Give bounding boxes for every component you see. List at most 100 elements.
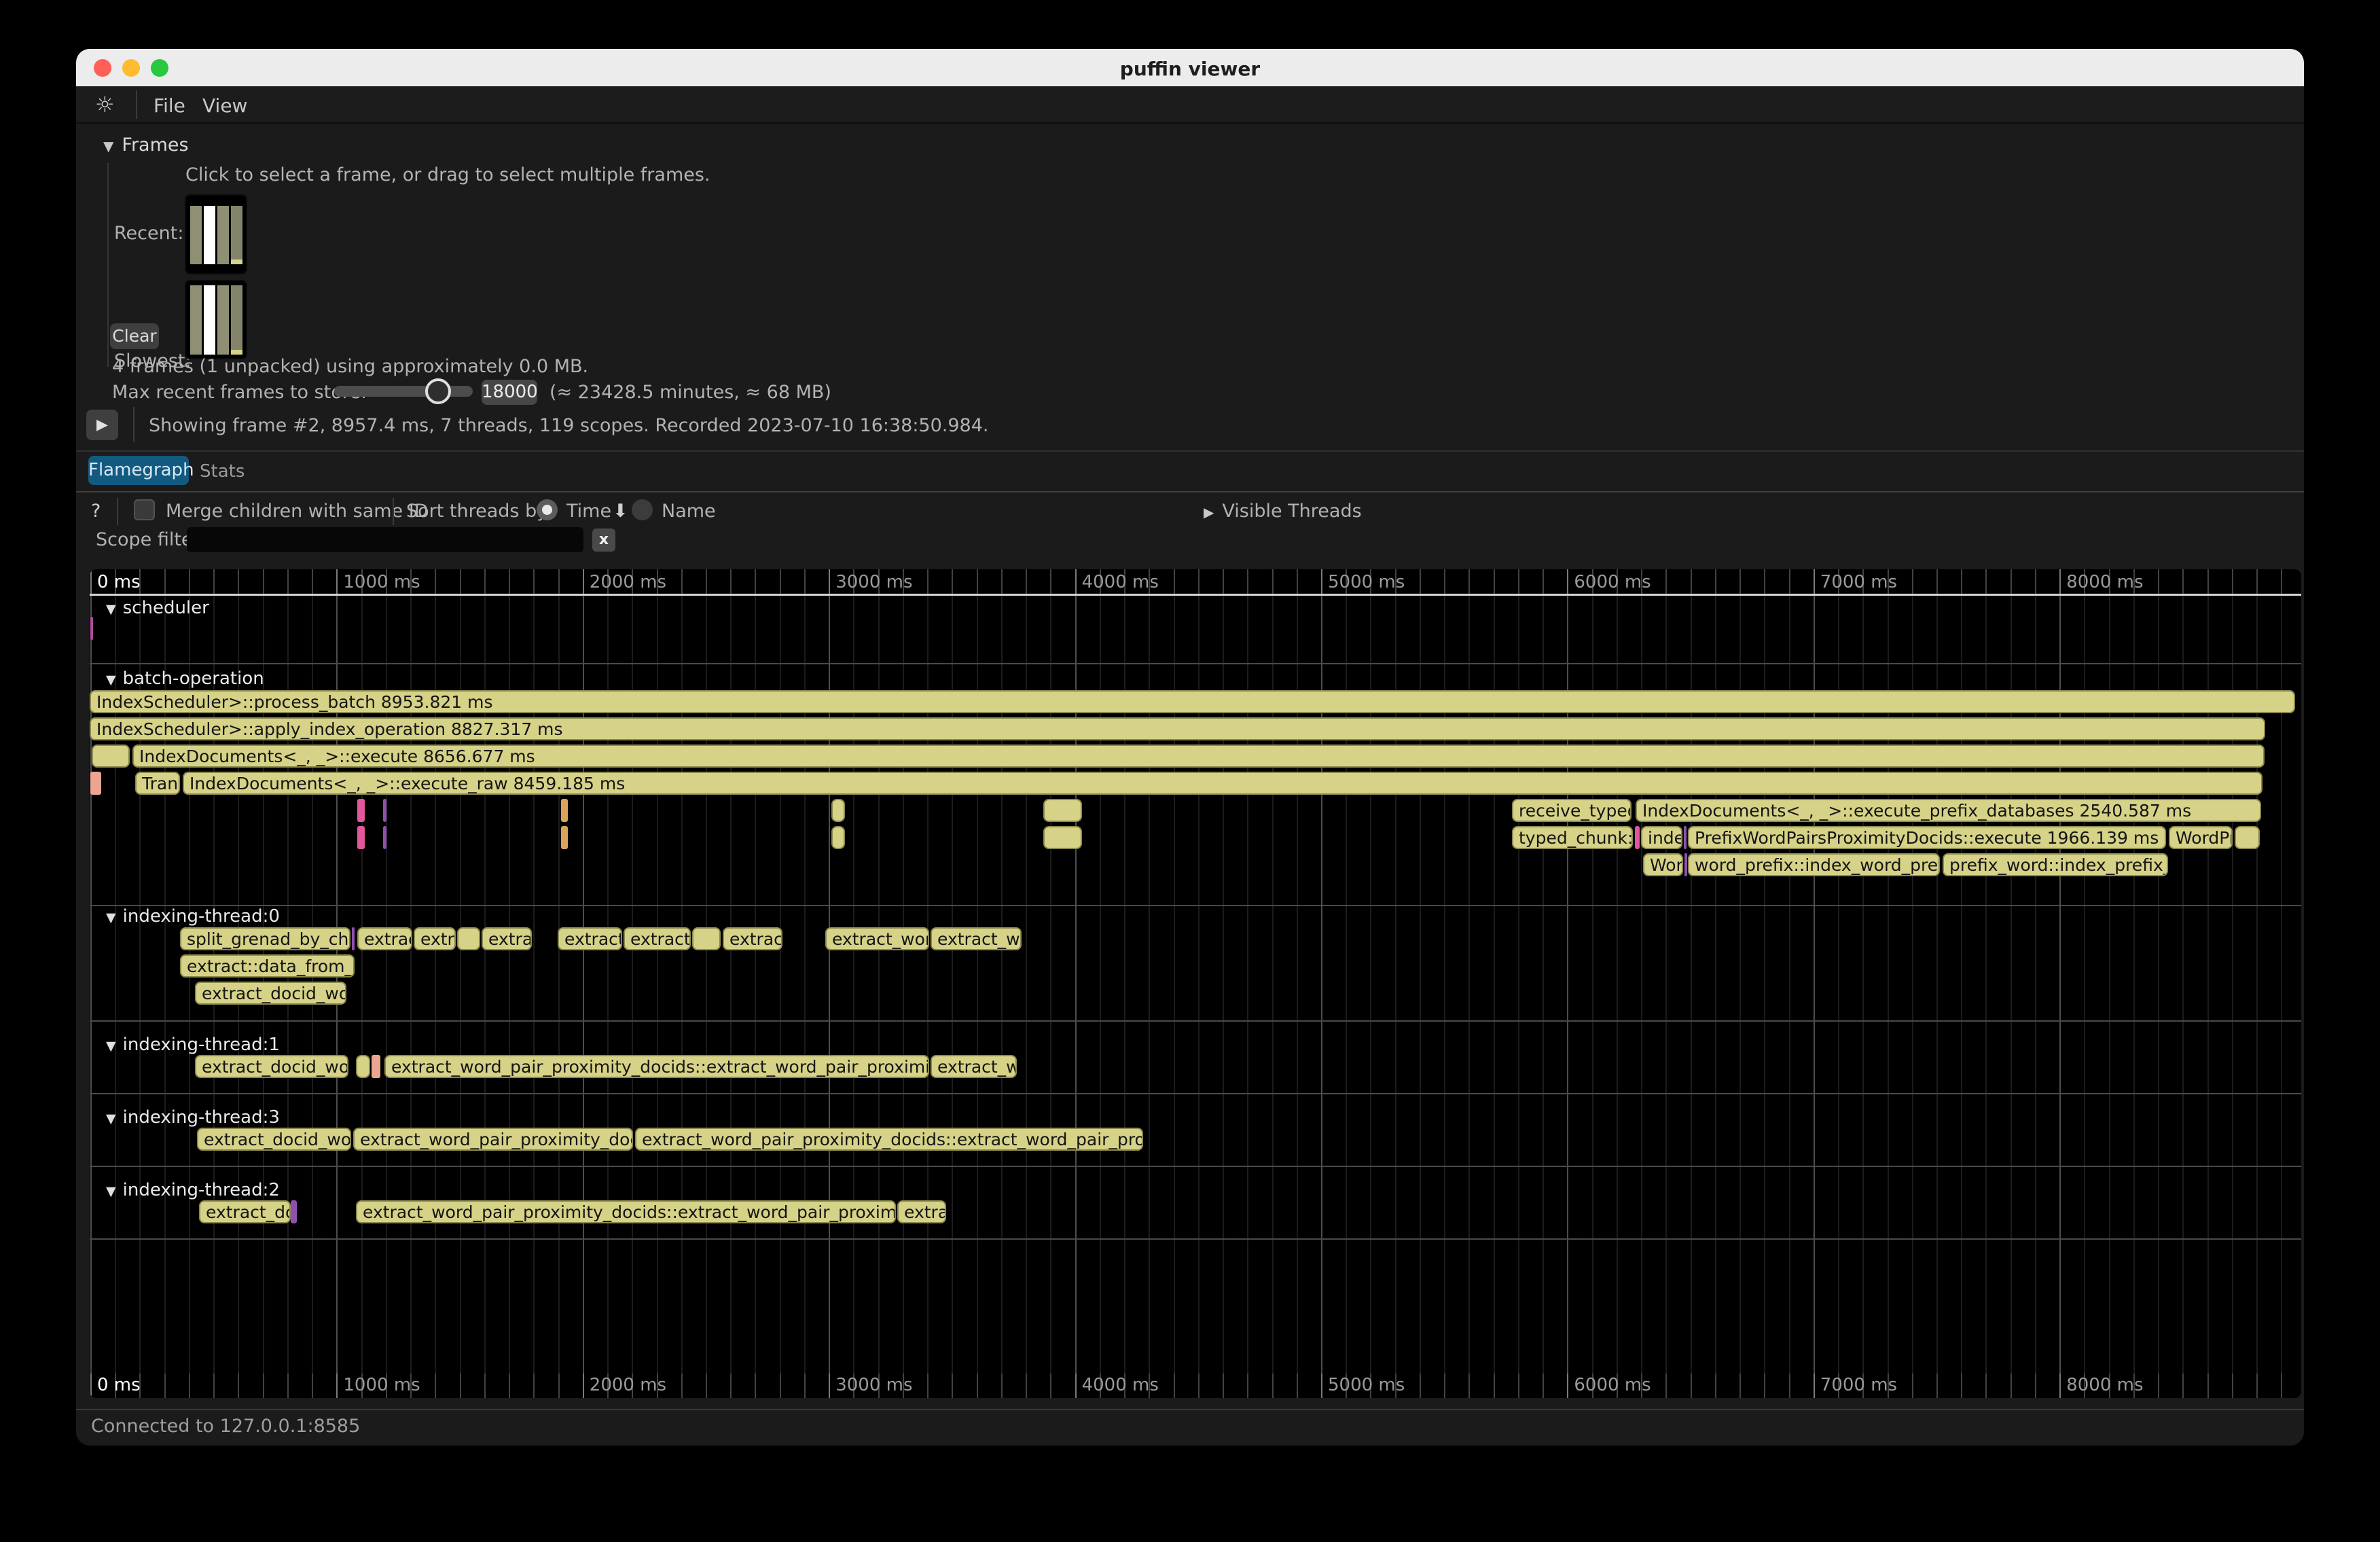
scope-bar[interactable]: extract_wo: [931, 927, 1022, 950]
scope-bar[interactable]: [1635, 826, 1640, 849]
frame-bar[interactable]: [190, 206, 202, 264]
clear-button[interactable]: Clear: [110, 323, 159, 349]
scope-bar[interactable]: WordPr: [2169, 826, 2233, 849]
frame-bar[interactable]: [204, 206, 215, 264]
frame-bar[interactable]: [217, 206, 229, 264]
scope-bar[interactable]: extract_wo: [931, 1055, 1017, 1078]
scope-bar[interactable]: extract: [723, 927, 782, 950]
scope-bar[interactable]: IndexScheduler>::process_batch 8953.821 …: [90, 690, 2295, 713]
scope-bar[interactable]: [831, 826, 845, 849]
max-frames-slider[interactable]: [334, 386, 473, 397]
scope-bar[interactable]: [352, 927, 355, 950]
section-header-indexing-thread:3[interactable]: ▼indexing-thread:3: [106, 1107, 280, 1129]
scope-filter-input[interactable]: [187, 527, 583, 552]
scope-bar[interactable]: extract: [357, 927, 412, 950]
scope-bar[interactable]: extract_word_pair_proximity_docids::extr…: [635, 1128, 1143, 1151]
frame-bar[interactable]: [217, 285, 229, 355]
scope-bar[interactable]: IndexScheduler>::apply_index_operation 8…: [90, 717, 2265, 740]
merge-children-checkbox[interactable]: [134, 499, 155, 520]
scope-bar[interactable]: extrac: [482, 927, 532, 950]
frame-bar[interactable]: [231, 206, 242, 264]
scope-bar[interactable]: [291, 1200, 297, 1223]
scope-bar[interactable]: index: [1641, 826, 1682, 849]
scope-bar[interactable]: extrac: [897, 1200, 946, 1223]
scope-bar[interactable]: extract_word_pair_proximity_docids: [353, 1128, 633, 1151]
frames-section-header[interactable]: ▼Frames: [103, 135, 189, 156]
scope-bar[interactable]: extract_: [558, 927, 622, 950]
slider-handle[interactable]: [425, 378, 451, 404]
visible-threads-header[interactable]: ▶Visible Threads: [1204, 501, 1362, 522]
scope-bar[interactable]: [1684, 826, 1687, 849]
scope-bar[interactable]: [2235, 826, 2260, 849]
help-button[interactable]: ?: [91, 501, 101, 522]
scope-bar[interactable]: prefix_word::index_prefix_wo: [1943, 853, 2168, 876]
frame-bar[interactable]: [204, 285, 215, 355]
scope-bar[interactable]: [90, 772, 101, 795]
clear-filter-button[interactable]: x: [592, 528, 615, 552]
scope-bar[interactable]: extract_w: [624, 927, 691, 950]
scope-bar[interactable]: receive_typed_: [1512, 799, 1631, 822]
tab-stats[interactable]: Stats: [200, 461, 245, 482]
frame-bar[interactable]: [231, 285, 242, 355]
scope-bar[interactable]: [383, 826, 386, 849]
scope-bar[interactable]: [1684, 853, 1687, 876]
scope-bar[interactable]: [561, 799, 568, 822]
slowest-frames-thumbnail[interactable]: [185, 280, 247, 359]
ruler-tick: [952, 1374, 953, 1398]
scope-bar[interactable]: [561, 826, 568, 849]
tab-flamegraph[interactable]: Flamegraph: [88, 456, 189, 485]
section-header-scheduler[interactable]: ▼scheduler: [106, 598, 209, 620]
section-header-indexing-thread:0[interactable]: ▼indexing-thread:0: [106, 906, 280, 928]
theme-toggle-icon[interactable]: ☼: [95, 92, 115, 118]
ruler-tick: [2256, 569, 2258, 594]
ruler-tick: [2281, 1374, 2282, 1398]
flamegraph-canvas[interactable]: 0 ms0 ms1000 ms1000 ms2000 ms2000 ms3000…: [90, 569, 2301, 1398]
scope-bar[interactable]: IndexDocuments<_, _>::execute_raw 8459.1…: [183, 772, 2262, 795]
scope-bar[interactable]: extract_docid_word: [195, 982, 346, 1005]
scope-bar[interactable]: [90, 617, 93, 640]
scope-bar[interactable]: [457, 927, 480, 950]
play-button[interactable]: ▶: [86, 410, 118, 440]
scope-bar[interactable]: word_prefix::index_word_prefix_: [1688, 853, 1940, 876]
sort-direction-arrow-icon[interactable]: ⬇: [613, 501, 628, 522]
scope-bar[interactable]: [1043, 799, 1082, 822]
scope-bar[interactable]: IndexDocuments<_, _>::execute_prefix_dat…: [1636, 799, 2261, 822]
menu-file[interactable]: File: [154, 94, 185, 117]
scope-bar[interactable]: split_grenad_by_chun: [180, 927, 350, 950]
scope-bar[interactable]: extract_word_pair_proximity_docids::extr…: [356, 1200, 896, 1223]
scope-bar[interactable]: PrefixWordPairsProximityDocids::execute …: [1688, 826, 2166, 849]
max-frames-value[interactable]: 18000: [482, 380, 537, 405]
scope-bar[interactable]: [831, 799, 845, 822]
scope-bar[interactable]: Trans: [135, 772, 180, 795]
section-header-batch-operation[interactable]: ▼batch-operation: [106, 668, 264, 690]
scope-bar[interactable]: [356, 1055, 370, 1078]
scope-bar[interactable]: extract_word: [825, 927, 929, 950]
scope-bar[interactable]: [383, 799, 386, 822]
scope-bar[interactable]: extra: [414, 927, 456, 950]
scope-bar[interactable]: Word: [1643, 853, 1683, 876]
scope-bar[interactable]: [92, 745, 130, 768]
scope-bar[interactable]: extract_doc: [199, 1200, 291, 1223]
scope-bar[interactable]: IndexDocuments<_, _>::execute 8656.677 m…: [132, 745, 2265, 768]
scope-bar[interactable]: extract::data_from_ob: [180, 954, 355, 978]
scope-bar[interactable]: [372, 1055, 380, 1078]
scope-bar[interactable]: [357, 826, 365, 849]
scope-bar[interactable]: extract_docid_word: [195, 1055, 348, 1078]
sort-time-radio[interactable]: [537, 499, 558, 520]
scope-bar[interactable]: [692, 927, 721, 950]
ruler-tick: [263, 1374, 264, 1398]
scope-bar[interactable]: extract_word_pair_proximity_docids::extr…: [384, 1055, 929, 1078]
sort-name-radio[interactable]: [632, 499, 653, 520]
scope-bar[interactable]: [357, 799, 365, 822]
scope-bar[interactable]: typed_chunk::w: [1512, 826, 1633, 849]
scope-bar[interactable]: extract_docid_word: [197, 1128, 351, 1151]
ruler-tick: [1518, 1374, 1519, 1398]
menu-view[interactable]: View: [202, 94, 247, 117]
section-header-indexing-thread:1[interactable]: ▼indexing-thread:1: [106, 1035, 280, 1056]
section-header-indexing-thread:2[interactable]: ▼indexing-thread:2: [106, 1180, 280, 1202]
scope-bar[interactable]: [1043, 826, 1082, 849]
frame-bar[interactable]: [190, 285, 202, 355]
ruler-tick: [1223, 569, 1224, 594]
ruler-tick: [484, 569, 486, 594]
recent-frames-thumbnail[interactable]: [185, 194, 247, 274]
